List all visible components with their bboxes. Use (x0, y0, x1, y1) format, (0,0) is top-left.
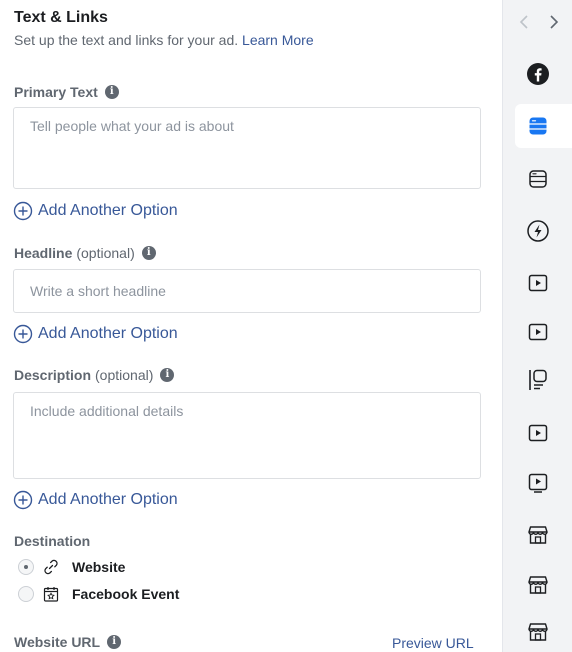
info-icon[interactable]: i (141, 246, 156, 260)
description-label: Description (optional) i (14, 367, 175, 383)
headline-input[interactable]: Write a short headline (13, 269, 481, 313)
destination-option-website[interactable]: Website (18, 558, 125, 576)
lightning-icon (527, 220, 549, 242)
placement-video-screen[interactable] (515, 461, 561, 505)
destination-label-text: Destination (14, 533, 91, 549)
section-title: Text & Links (14, 9, 108, 26)
chevron-right-icon[interactable] (547, 10, 561, 34)
marketplace-store-icon (528, 526, 548, 544)
placement-marketplace-3[interactable] (515, 610, 561, 652)
description-optional-text: (optional) (95, 367, 154, 383)
learn-more-link[interactable]: Learn More (242, 32, 314, 48)
placement-preview-rail (502, 0, 572, 652)
feed-card-icon (529, 170, 547, 188)
plus-circle-icon (13, 490, 33, 510)
text-and-links-panel: Text & Links Set up the text and links f… (0, 0, 502, 652)
add-another-option-label: Add Another Option (38, 325, 178, 342)
video-play-icon (528, 424, 548, 442)
preview-url-link[interactable]: Preview URL (392, 635, 474, 651)
placement-video-1[interactable] (515, 261, 561, 305)
video-screen-icon (528, 473, 548, 493)
primary-text-input[interactable]: Tell people what your ad is about (13, 107, 481, 189)
destination-label: Destination (14, 533, 90, 549)
facebook-icon (527, 63, 549, 85)
description-input[interactable]: Include additional details (13, 392, 481, 479)
plus-circle-icon (13, 201, 33, 221)
headline-label-text: Headline (14, 245, 73, 261)
info-icon[interactable]: i (107, 635, 122, 649)
section-subtitle: Set up the text and links for your ad. L… (14, 32, 314, 48)
add-another-option-label: Add Another Option (38, 491, 178, 508)
info-icon[interactable]: i (104, 85, 119, 99)
marketplace-store-icon (528, 623, 548, 641)
add-another-option-button[interactable]: Add Another Option (13, 490, 178, 510)
placement-feed[interactable] (515, 157, 561, 201)
placement-in-stream[interactable] (515, 358, 561, 402)
video-play-icon (528, 323, 548, 341)
website-option-label: Website (72, 559, 126, 575)
description-placeholder: Include additional details (30, 403, 184, 419)
add-another-option-label: Add Another Option (38, 202, 178, 219)
website-radio[interactable] (18, 559, 34, 575)
info-icon[interactable]: i (160, 368, 175, 382)
headline-label: Headline (optional) i (14, 245, 156, 261)
placement-marketplace-2[interactable] (515, 563, 561, 607)
plus-circle-icon (13, 324, 33, 344)
placement-instant-articles[interactable] (515, 209, 561, 253)
section-subtitle-text: Set up the text and links for your ad. (14, 32, 239, 48)
placement-feed-active[interactable] (515, 104, 572, 148)
primary-text-placeholder: Tell people what your ad is about (30, 118, 234, 134)
primary-text-label-text: Primary Text (14, 84, 98, 100)
rail-nav-arrows (517, 10, 561, 34)
facebook-event-radio[interactable] (18, 586, 34, 602)
in-stream-icon (529, 369, 547, 390)
website-url-label: Website URL i (14, 634, 122, 650)
calendar-star-icon (42, 585, 60, 603)
marketplace-store-icon (528, 576, 548, 594)
placement-marketplace-1[interactable] (515, 513, 561, 557)
feed-card-icon (529, 117, 547, 135)
placement-facebook-icon[interactable] (515, 52, 561, 96)
destination-option-facebook-event[interactable]: Facebook Event (18, 585, 179, 603)
description-label-text: Description (14, 367, 92, 383)
video-play-icon (528, 274, 548, 292)
add-another-option-button[interactable]: Add Another Option (13, 324, 178, 344)
facebook-event-option-label: Facebook Event (72, 586, 180, 602)
link-icon (42, 558, 60, 576)
placement-video-2[interactable] (515, 310, 561, 354)
add-another-option-button[interactable]: Add Another Option (13, 201, 178, 221)
placement-video-3[interactable] (515, 411, 561, 455)
chevron-left-icon[interactable] (517, 10, 531, 34)
primary-text-label: Primary Text i (14, 84, 119, 100)
headline-optional-text: (optional) (76, 245, 135, 261)
headline-placeholder: Write a short headline (30, 283, 166, 299)
website-url-label-text: Website URL (14, 634, 101, 650)
